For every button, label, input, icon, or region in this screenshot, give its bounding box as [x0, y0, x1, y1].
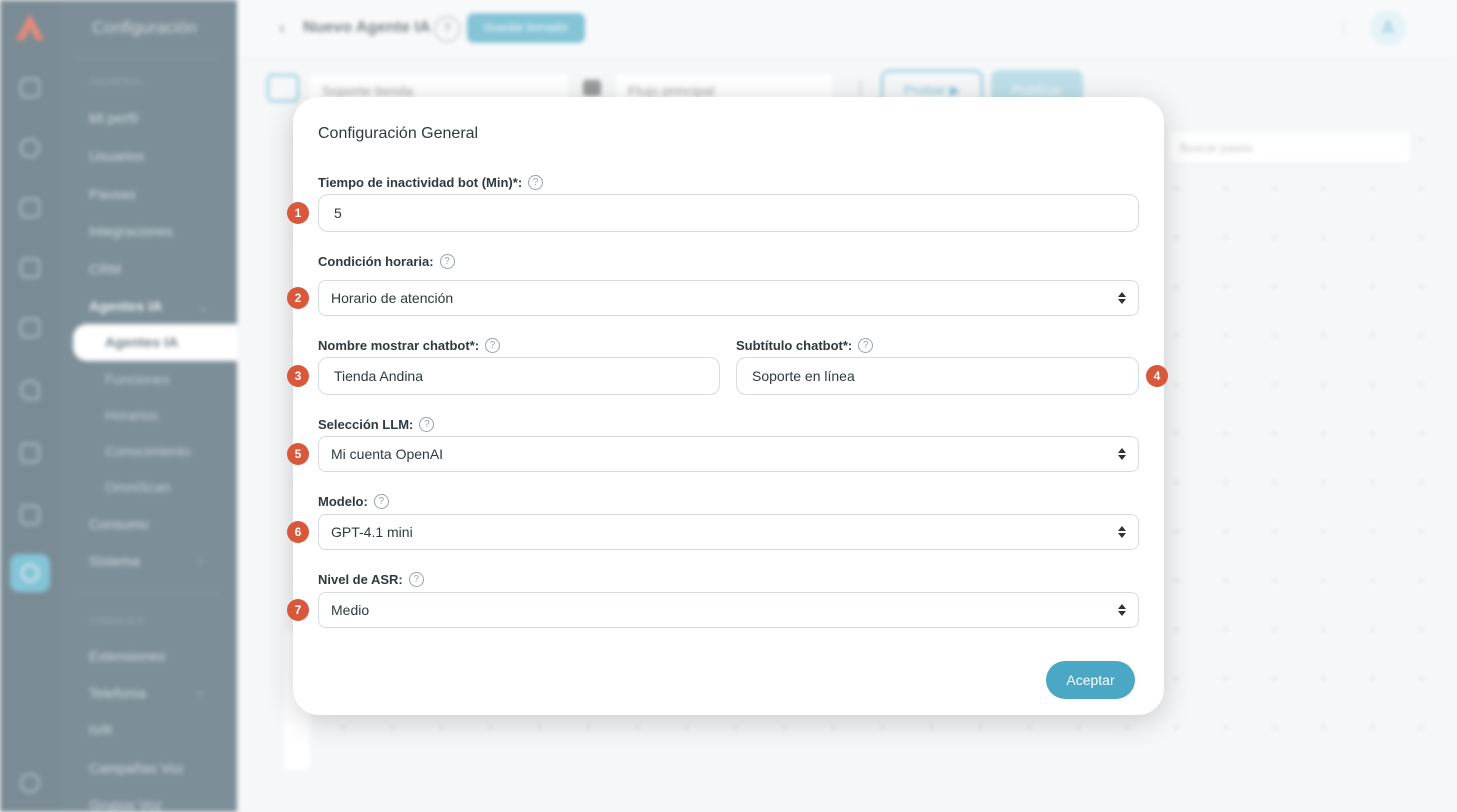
help-icon[interactable]: ? [419, 417, 435, 432]
inactivity-input[interactable] [318, 194, 1139, 232]
subtitle-label: Subtítulo chatbot*: ? [736, 338, 874, 353]
display-name-label-text: Nombre mostrar chatbot*: [318, 338, 480, 353]
help-icon[interactable]: ? [439, 254, 455, 269]
help-icon[interactable]: ? [528, 175, 544, 190]
general-config-modal: Configuración General Tiempo de inactivi… [287, 97, 1168, 715]
inactivity-label-text: Tiempo de inactividad bot (Min)*: [318, 175, 523, 190]
display-name-label: Nombre mostrar chatbot*: ? [318, 338, 501, 353]
accept-button[interactable]: Aceptar [1046, 661, 1135, 699]
step-badge: 7 [287, 599, 309, 621]
select-caret-icon [1118, 448, 1126, 460]
step-badge: 4 [1146, 365, 1168, 387]
asr-select-value: Medio [331, 602, 370, 618]
step-badge: 6 [287, 521, 309, 543]
help-icon[interactable]: ? [408, 572, 424, 587]
schedule-label: Condición horaria: ? [318, 254, 455, 269]
step-badge: 2 [287, 287, 309, 309]
schedule-select[interactable]: Horario de atención [318, 280, 1139, 316]
model-label: Modelo: ? [318, 494, 389, 509]
step-badge: 3 [287, 365, 309, 387]
llm-label-text: Selección LLM: [318, 417, 414, 432]
select-caret-icon [1118, 292, 1126, 304]
inactivity-label: Tiempo de inactividad bot (Min)*: ? [318, 175, 544, 190]
select-caret-icon [1118, 526, 1126, 538]
step-badge: 5 [287, 443, 309, 465]
step-badge: 1 [287, 202, 309, 224]
display-name-input[interactable] [318, 357, 720, 395]
asr-label: Nivel de ASR: ? [318, 572, 424, 587]
asr-select[interactable]: Medio [318, 592, 1139, 628]
help-icon[interactable]: ? [373, 494, 389, 509]
llm-select-value: Mi cuenta OpenAI [331, 446, 444, 462]
schedule-label-text: Condición horaria: [318, 254, 434, 269]
model-select-value: GPT-4.1 mini [331, 524, 413, 540]
llm-label: Selección LLM: ? [318, 417, 435, 432]
subtitle-input[interactable] [736, 357, 1139, 395]
model-select[interactable]: GPT-4.1 mini [318, 514, 1139, 550]
select-caret-icon [1118, 604, 1126, 616]
llm-select[interactable]: Mi cuenta OpenAI [318, 436, 1139, 472]
help-icon[interactable]: ? [485, 338, 501, 353]
subtitle-label-text: Subtítulo chatbot*: [736, 338, 853, 353]
modal-title: Configuración General [318, 125, 479, 142]
asr-label-text: Nivel de ASR: [318, 572, 403, 587]
model-label-text: Modelo: [318, 494, 368, 509]
schedule-select-value: Horario de atención [331, 290, 454, 306]
help-icon[interactable]: ? [858, 338, 874, 353]
